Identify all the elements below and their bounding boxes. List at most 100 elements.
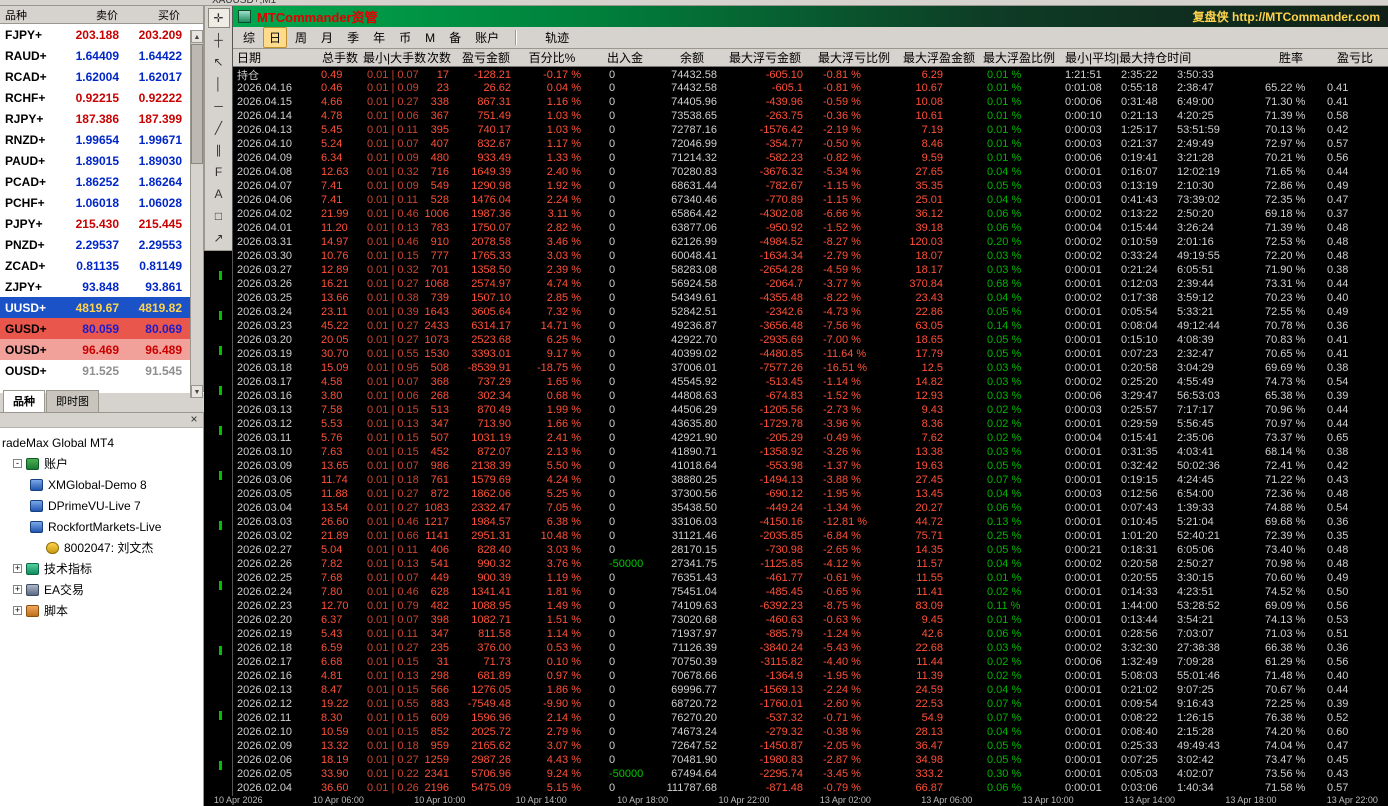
navigator-item[interactable]: RockfortMarkets-Live bbox=[0, 516, 203, 537]
panel-tab[interactable]: 即时图 bbox=[46, 390, 99, 412]
expander-icon[interactable]: + bbox=[13, 564, 22, 573]
table-row[interactable]: 2026.03.26 16.21 0.01 | 0.27 1068 2574.97 4.7… bbox=[233, 277, 1388, 291]
table-row[interactable]: 2026.03.31 14.97 0.01 | 0.46 910 2078.58 3.46… bbox=[233, 235, 1388, 249]
table-row[interactable]: 2026.04.15 4.66 0.01 | 0.27 338 867.31 1.16 %… bbox=[233, 95, 1388, 109]
table-row[interactable]: 持仓 0.49 0.01 | 0.07 17 -128.21 -0.17 % 0 74432.… bbox=[233, 67, 1388, 82]
table-row[interactable]: 2026.02.18 6.59 0.01 | 0.27 235 376.00 0.53 %… bbox=[233, 641, 1388, 655]
column-header-ask[interactable]: 买价 bbox=[122, 7, 184, 23]
market-watch-row[interactable]: RNZD+ 1.99654 1.99671 bbox=[0, 129, 203, 150]
table-row[interactable]: 2026.03.05 11.88 0.01 | 0.27 872 1862.06 5.25… bbox=[233, 487, 1388, 501]
table-row[interactable]: 2026.04.01 11.20 0.01 | 0.13 783 1750.07 2.82… bbox=[233, 221, 1388, 235]
trendline-icon[interactable]: ╱ bbox=[208, 118, 230, 138]
cursor-icon[interactable]: ↖ bbox=[208, 52, 230, 72]
expander-icon[interactable]: + bbox=[13, 606, 22, 615]
table-row[interactable]: 2026.04.10 5.24 0.01 | 0.07 407 832.67 1.17 %… bbox=[233, 137, 1388, 151]
market-watch-row[interactable]: PNZD+ 2.29537 2.29553 bbox=[0, 234, 203, 255]
navigator-item[interactable]: DPrimeVU-Live 7 bbox=[0, 495, 203, 516]
table-row[interactable]: 2026.03.04 13.54 0.01 | 0.27 1083 2332.47 7.0… bbox=[233, 501, 1388, 515]
navigator-item[interactable]: + 脚本 bbox=[0, 600, 203, 621]
table-row[interactable]: 2026.03.10 7.63 0.01 | 0.15 452 872.07 2.13 %… bbox=[233, 445, 1388, 459]
market-watch-row[interactable]: PCHF+ 1.06018 1.06028 bbox=[0, 192, 203, 213]
table-row[interactable]: 2026.03.11 5.76 0.01 | 0.15 507 1031.19 2.41 … bbox=[233, 431, 1388, 445]
table-row[interactable]: 2026.02.20 6.37 0.01 | 0.07 398 1082.71 1.51 … bbox=[233, 613, 1388, 627]
table-row[interactable]: 2026.03.09 13.65 0.01 | 0.07 986 2138.39 5.50… bbox=[233, 459, 1388, 473]
navigator-item[interactable]: + EA交易 bbox=[0, 579, 203, 600]
table-row[interactable]: 2026.02.24 7.80 0.01 | 0.46 628 1341.41 1.81 … bbox=[233, 585, 1388, 599]
table-row[interactable]: 2026.03.12 5.53 0.01 | 0.13 347 713.90 1.66 %… bbox=[233, 417, 1388, 431]
column-header-bid[interactable]: 卖价 bbox=[60, 7, 122, 23]
toolbar-button[interactable]: 年 bbox=[367, 27, 391, 48]
column-header-symbol[interactable]: 品种 bbox=[0, 7, 60, 23]
text-icon[interactable]: A bbox=[208, 184, 230, 204]
window-titlebar[interactable]: MTCommander资管 复盘侠 http://MTCommander.com bbox=[233, 6, 1388, 27]
market-watch-row[interactable]: UUSD+ 4819.67 4819.82 bbox=[0, 297, 203, 318]
vertical-line-icon[interactable]: │ bbox=[208, 74, 230, 94]
table-row[interactable]: 2026.03.06 11.74 0.01 | 0.18 761 1579.69 4.24… bbox=[233, 473, 1388, 487]
navigator-item[interactable]: XMGlobal-Demo 8 bbox=[0, 474, 203, 495]
table-row[interactable]: 2026.03.27 12.89 0.01 | 0.32 701 1358.50 2.39… bbox=[233, 263, 1388, 277]
table-row[interactable]: 2026.02.17 6.68 0.01 | 0.15 31 71.73 0.10 % 0 7… bbox=[233, 655, 1388, 669]
market-watch-scrollbar[interactable]: ▲ ▼ bbox=[190, 30, 203, 398]
toolbar-button[interactable]: 轨迹 bbox=[539, 27, 575, 48]
scrollbar-thumb[interactable] bbox=[191, 44, 203, 164]
arrow-icon[interactable]: ↗ bbox=[208, 228, 230, 248]
table-row[interactable]: 2026.02.04 36.60 0.01 | 0.26 2196 5475.09 5.1… bbox=[233, 781, 1388, 795]
table-row[interactable]: 2026.04.14 4.78 0.01 | 0.06 367 751.49 1.03 %… bbox=[233, 109, 1388, 123]
brand-link[interactable]: 复盘侠 http://MTCommander.com bbox=[1193, 8, 1380, 25]
table-row[interactable]: 2026.04.09 6.34 0.01 | 0.09 480 933.49 1.33 %… bbox=[233, 151, 1388, 165]
table-row[interactable]: 2026.02.25 7.68 0.01 | 0.07 449 900.39 1.19 %… bbox=[233, 571, 1388, 585]
table-row[interactable]: 2026.02.26 7.82 0.01 | 0.13 541 990.32 3.76 %… bbox=[233, 557, 1388, 571]
table-row[interactable]: 2026.02.05 33.90 0.01 | 0.22 2341 5706.96 9.2… bbox=[233, 767, 1388, 781]
table-row[interactable]: 2026.02.19 5.43 0.01 | 0.11 347 811.58 1.14 %… bbox=[233, 627, 1388, 641]
fibonacci-icon[interactable]: F bbox=[208, 162, 230, 182]
expander-icon[interactable]: - bbox=[13, 459, 22, 468]
table-row[interactable]: 2026.03.13 7.58 0.01 | 0.15 513 870.49 1.99 %… bbox=[233, 403, 1388, 417]
table-row[interactable]: 2026.02.23 12.70 0.01 | 0.79 482 1088.95 1.49… bbox=[233, 599, 1388, 613]
toolbar-button[interactable]: 综 bbox=[237, 27, 261, 48]
table-row[interactable]: 2026.03.19 30.70 0.01 | 0.55 1530 3393.01 9.1… bbox=[233, 347, 1388, 361]
close-icon[interactable]: × bbox=[187, 413, 201, 427]
table-row[interactable]: 2026.03.03 26.60 0.01 | 0.46 1217 1984.57 6.3… bbox=[233, 515, 1388, 529]
navigator-item[interactable]: - 账户 bbox=[0, 453, 203, 474]
toolbar-button[interactable]: 备 bbox=[443, 27, 467, 48]
table-row[interactable]: 2026.03.16 3.80 0.01 | 0.06 268 302.34 0.68 %… bbox=[233, 389, 1388, 403]
toolbar-button[interactable]: 季 bbox=[341, 27, 365, 48]
market-watch-row[interactable]: PCAD+ 1.86252 1.86264 bbox=[0, 171, 203, 192]
market-watch-row[interactable]: FJPY+ 203.188 203.209 bbox=[0, 24, 203, 45]
table-row[interactable]: 2026.04.13 5.45 0.01 | 0.11 395 740.17 1.03 %… bbox=[233, 123, 1388, 137]
navigator-item[interactable]: + 技术指标 bbox=[0, 558, 203, 579]
market-watch-row[interactable]: GUSD+ 80.059 80.069 bbox=[0, 318, 203, 339]
table-row[interactable]: 2026.04.02 21.99 0.01 | 0.46 1006 1987.36 3.1… bbox=[233, 207, 1388, 221]
navigator-item[interactable]: radeMax Global MT4 bbox=[0, 432, 203, 453]
table-row[interactable]: 2026.03.18 15.09 0.01 | 0.95 508 -8539.91 -18… bbox=[233, 361, 1388, 375]
scroll-down-icon[interactable]: ▼ bbox=[191, 385, 203, 398]
market-watch-row[interactable]: RAUD+ 1.64409 1.64422 bbox=[0, 45, 203, 66]
horizontal-line-icon[interactable]: ─ bbox=[208, 96, 230, 116]
crosshair-icon[interactable]: ┼ bbox=[208, 30, 230, 50]
toolbar-button[interactable]: 账户 bbox=[469, 27, 505, 48]
table-row[interactable]: 2026.03.30 10.76 0.01 | 0.15 777 1765.33 3.03… bbox=[233, 249, 1388, 263]
toolbar-button[interactable]: 币 bbox=[393, 27, 417, 48]
table-row[interactable]: 2026.03.02 21.89 0.01 | 0.66 1141 2951.31 10.… bbox=[233, 529, 1388, 543]
table-row[interactable]: 2026.04.08 12.63 0.01 | 0.32 716 1649.39 2.40… bbox=[233, 165, 1388, 179]
market-watch-row[interactable]: OUSD+ 96.469 96.489 bbox=[0, 339, 203, 360]
table-row[interactable]: 2026.04.16 0.46 0.01 | 0.09 23 26.62 0.04 % 0 7… bbox=[233, 81, 1388, 95]
toolbar-button[interactable]: 月 bbox=[315, 27, 339, 48]
navigator-item[interactable]: 8002047: 刘文杰 bbox=[0, 537, 203, 558]
toolbar-button[interactable]: 日 bbox=[263, 27, 288, 48]
toolbar-button[interactable]: M bbox=[419, 29, 441, 47]
table-row[interactable]: 2026.03.23 45.22 0.01 | 0.27 2433 6314.17 14.… bbox=[233, 319, 1388, 333]
expander-icon[interactable]: + bbox=[13, 585, 22, 594]
pan-tool-icon[interactable]: ✛ bbox=[207, 8, 230, 28]
table-row[interactable]: 2026.03.17 4.58 0.01 | 0.07 368 737.29 1.65 %… bbox=[233, 375, 1388, 389]
table-row[interactable]: 2026.02.10 10.59 0.01 | 0.15 852 2025.72 2.79… bbox=[233, 725, 1388, 739]
market-watch-row[interactable]: OUSD+ 91.525 91.545 bbox=[0, 360, 203, 381]
market-watch-row[interactable]: PJPY+ 215.430 215.445 bbox=[0, 213, 203, 234]
table-row[interactable]: 2026.03.25 13.66 0.01 | 0.38 739 1507.10 2.85… bbox=[233, 291, 1388, 305]
table-row[interactable]: 2026.02.13 8.47 0.01 | 0.15 566 1276.05 1.86 … bbox=[233, 683, 1388, 697]
table-row[interactable]: 2026.03.20 20.05 0.01 | 0.27 1073 2523.68 6.2… bbox=[233, 333, 1388, 347]
scroll-up-icon[interactable]: ▲ bbox=[191, 30, 203, 43]
table-row[interactable]: 2026.04.07 7.41 0.01 | 0.09 549 1290.98 1.92 … bbox=[233, 179, 1388, 193]
shapes-icon[interactable]: □ bbox=[208, 206, 230, 226]
market-watch-row[interactable]: RJPY+ 187.386 187.399 bbox=[0, 108, 203, 129]
